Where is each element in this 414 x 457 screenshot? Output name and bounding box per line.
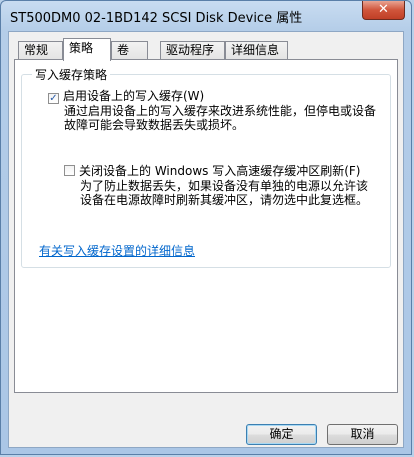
enable-write-cache-checkbox[interactable]: ✓ (48, 93, 59, 104)
dialog-client-area: 常规 策略 卷 驱动程序 详细信息 写入缓存策略 ✓ 启用设备上的写入缓存(W) (8, 31, 404, 448)
write-cache-groupbox: 写入缓存策略 ✓ 启用设备上的写入缓存(W) 通过启用设备上的写入缓存来改进系统性… (21, 66, 391, 268)
description-line: 通过启用设备上的写入缓存来改进系统性能，但停电或设备 (64, 104, 377, 118)
turn-off-flush-description: 为了防止数据丢失，如果设备没有单独的电源以允许该 设备在电源故障时刷新其缓冲区，… (80, 179, 368, 207)
tab-label: 详细信息 (231, 43, 280, 57)
turn-off-flush-option[interactable]: 关闭设备上的 Windows 写入高速缓存缓冲区刷新(F) (64, 162, 360, 179)
tab-label: 常规 (24, 43, 49, 57)
enable-write-cache-description: 通过启用设备上的写入缓存来改进系统性能，但停电或设备 故障可能会导致数据丢失或损… (64, 104, 376, 132)
cancel-button[interactable]: 取消 (327, 424, 398, 445)
tab-general[interactable]: 常规 (18, 41, 63, 60)
description-line: 为了防止数据丢失，如果设备没有单独的电源以允许该 (80, 179, 369, 193)
tab-label: 驱动程序 (166, 43, 215, 57)
tab-driver[interactable]: 驱动程序 (160, 41, 225, 60)
write-cache-info-link[interactable]: 有关写入缓存设置的详细信息 (39, 242, 195, 259)
tab-policies[interactable]: 策略 (63, 38, 111, 61)
title-bar[interactable]: ST500DM0 02-1BD142 SCSI Disk Device 属性 ✕ (1, 1, 411, 31)
policies-panel: 写入缓存策略 ✓ 启用设备上的写入缓存(W) 通过启用设备上的写入缓存来改进系统性… (14, 59, 398, 393)
close-icon: ✕ (378, 2, 389, 17)
tab-details[interactable]: 详细信息 (225, 41, 288, 60)
description-line: 故障可能会导致数据丢失或损坏。 (64, 118, 245, 132)
ok-button[interactable]: 确定 (246, 424, 317, 445)
description-line: 设备在电源故障时刷新其缓冲区，请勿选中此复选框。 (80, 193, 369, 207)
window-title: ST500DM0 02-1BD142 SCSI Disk Device 属性 (10, 11, 303, 26)
properties-dialog: ST500DM0 02-1BD142 SCSI Disk Device 属性 ✕… (0, 0, 412, 455)
group-label: 写入缓存策略 (32, 66, 111, 83)
tab-label: 卷 (117, 43, 130, 57)
close-button[interactable]: ✕ (362, 1, 405, 20)
enable-write-cache-label: 启用设备上的写入缓存(W) (63, 89, 205, 103)
tab-label: 策略 (69, 41, 94, 55)
turn-off-flush-checkbox[interactable] (64, 165, 75, 176)
tab-volumes[interactable]: 卷 (111, 41, 148, 60)
turn-off-flush-label: 关闭设备上的 Windows 写入高速缓存缓冲区刷新(F) (79, 164, 361, 178)
enable-write-cache-option[interactable]: ✓ 启用设备上的写入缓存(W) (48, 87, 204, 104)
